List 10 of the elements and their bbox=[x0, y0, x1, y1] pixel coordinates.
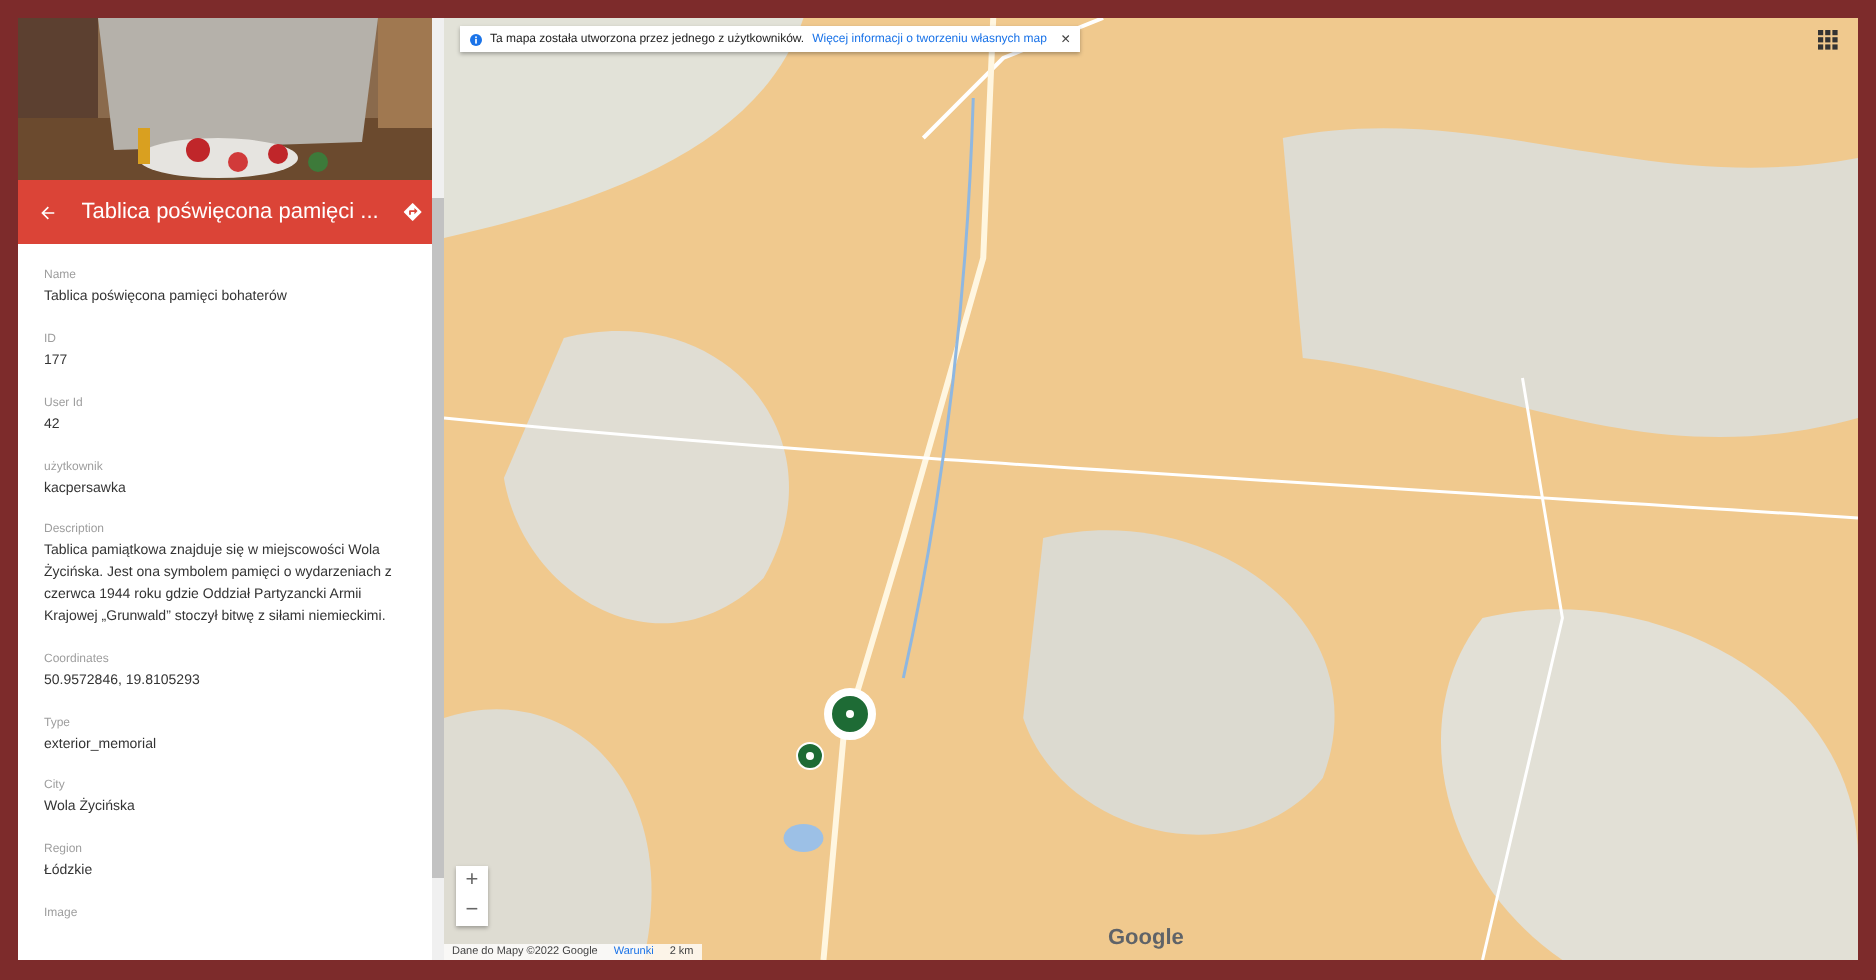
zoom-in-button[interactable]: + bbox=[456, 866, 488, 896]
directions-icon[interactable] bbox=[402, 200, 424, 224]
close-button[interactable]: × bbox=[1054, 30, 1071, 48]
info-icon bbox=[470, 33, 482, 45]
scrollbar[interactable] bbox=[432, 18, 444, 960]
zoom-out-button[interactable]: − bbox=[456, 896, 488, 926]
back-arrow-icon[interactable] bbox=[38, 201, 58, 223]
place-title: Tablica poświęcona pamięci ... bbox=[81, 200, 379, 224]
grid-icon[interactable] bbox=[1818, 30, 1838, 50]
map-logo: Google bbox=[1108, 926, 1184, 950]
